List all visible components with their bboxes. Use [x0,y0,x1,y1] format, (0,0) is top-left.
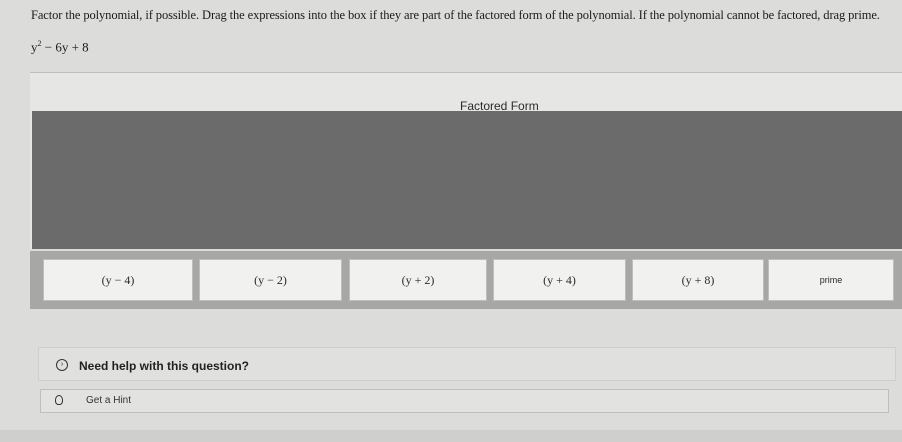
polynomial: y2 − 6y + 8 [31,39,89,55]
tile-y-minus-2[interactable]: (y − 2) [199,259,342,301]
bottom-bar [0,430,902,442]
tile-y-plus-8[interactable]: (y + 8) [632,259,764,301]
expression-tiles: (y − 4) (y − 2) (y + 2) (y + 4) (y + 8) … [30,251,902,309]
factored-form-dropzone[interactable] [32,111,902,249]
tile-y-plus-4[interactable]: (y + 4) [493,259,626,301]
tile-y-minus-4[interactable]: (y − 4) [43,259,193,301]
chevron-right-icon: › [56,359,68,371]
factored-form-panel: Factored Form [30,72,902,249]
tile-y-plus-2[interactable]: (y + 2) [349,259,487,301]
help-toggle[interactable]: › Need help with this question? [38,347,896,381]
help-label: Need help with this question? [79,359,250,373]
lightbulb-icon [55,395,63,405]
question-prompt: Factor the polynomial, if possible. Drag… [31,8,880,22]
hint-label: Get a Hint [86,395,132,406]
polynomial-rest: − 6y + 8 [41,39,89,55]
tile-prime[interactable]: prime [768,259,894,301]
get-hint-button[interactable]: Get a Hint [40,389,889,413]
